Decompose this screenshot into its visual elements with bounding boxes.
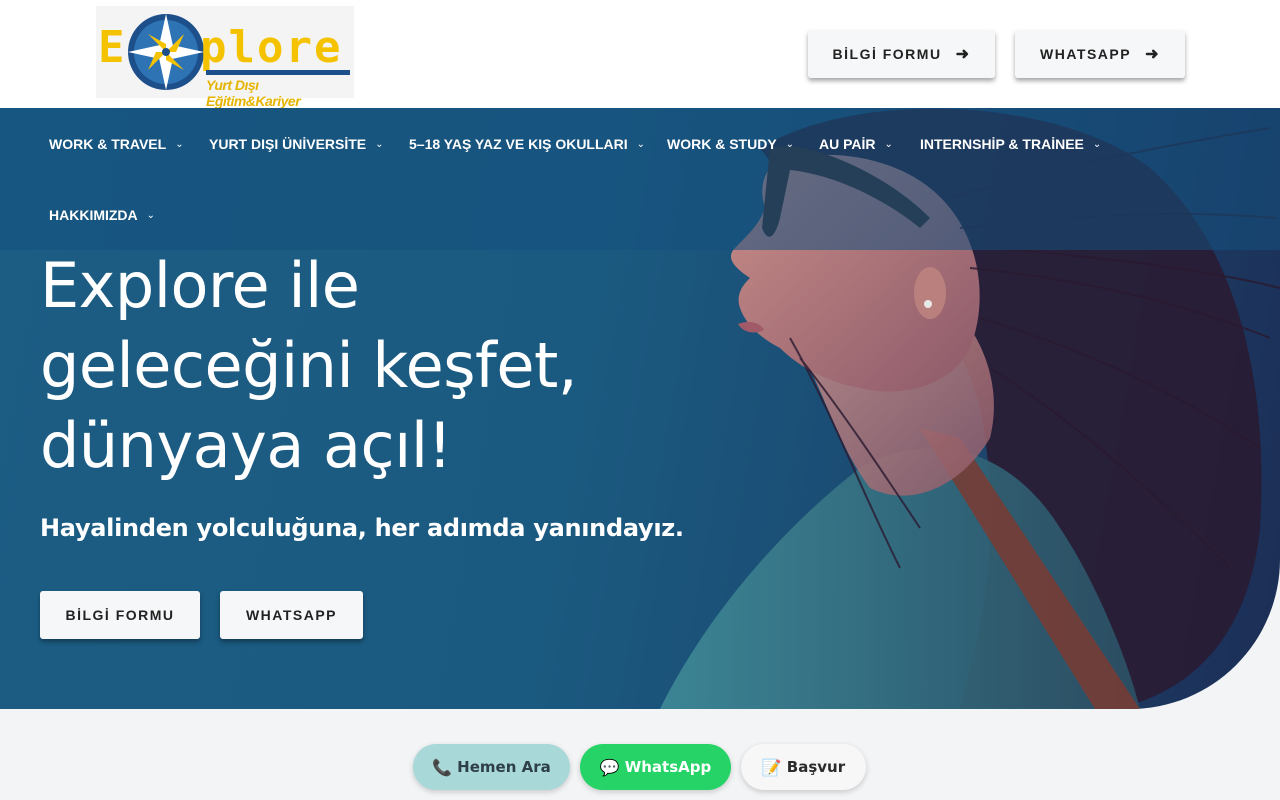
logo-tagline: Yurt Dışı Eğitim&Kariyer xyxy=(206,77,301,109)
arrow-right-icon: ➜ xyxy=(1145,46,1160,63)
chevron-down-icon: ⌄ xyxy=(884,138,893,150)
nav-item-work-study[interactable]: WORK & STUDY ⌄ xyxy=(667,136,794,152)
nav-item-internship-trainee[interactable]: INTERNSHİP & TRAİNEE ⌄ xyxy=(920,136,1101,152)
chevron-down-icon: ⌄ xyxy=(1092,138,1102,150)
logo-underline xyxy=(206,70,350,75)
explore-logo[interactable]: E plore Yurt Dışı Eğitim&Kariyer xyxy=(96,6,354,109)
chevron-down-icon: ⌄ xyxy=(785,138,795,150)
chat-bubble-icon: 💬 xyxy=(599,757,620,777)
chevron-down-icon: ⌄ xyxy=(146,209,156,221)
header-info-form-button[interactable]: BİLGİ FORMU ➜ xyxy=(808,30,995,78)
chevron-down-icon: ⌄ xyxy=(375,138,384,150)
nav-item-au-pair[interactable]: AU PAİR ⌄ xyxy=(819,136,893,152)
nav-item-hakkimizda[interactable]: HAKKIMIZDA ⌄ xyxy=(49,207,155,223)
arrow-right-icon: ➜ xyxy=(955,46,971,63)
hero-whatsapp-button[interactable]: WHATSAPP xyxy=(220,591,363,639)
hero-info-form-label: BİLGİ FORMU xyxy=(65,607,175,623)
nav-item-label: WORK & STUDY xyxy=(667,136,777,152)
header-info-form-label: BİLGİ FORMU xyxy=(832,46,942,62)
hero-whatsapp-label: WHATSAPP xyxy=(245,607,338,623)
hero-section: WORK & TRAVEL ⌄ YURT DIŞI ÜNİVERSİTE ⌄ 5… xyxy=(0,108,1280,709)
hero-info-form-button[interactable]: BİLGİ FORMU xyxy=(40,591,200,639)
phone-icon: 📞 xyxy=(432,757,453,777)
apply-button[interactable]: 📝 Başvur xyxy=(741,744,866,790)
memo-icon: 📝 xyxy=(761,757,782,777)
main-navigation xyxy=(0,108,1280,250)
hero-title-line: geleceğini keşfet, xyxy=(40,329,578,402)
site-header: E plore Yurt Dışı Eğitim&Kariyer BİLGİ F… xyxy=(0,0,1280,109)
hero-title-line: Explore ile xyxy=(40,249,360,322)
nav-item-label: YURT DIŞI ÜNİVERSİTE xyxy=(209,136,367,152)
chevron-down-icon: ⌄ xyxy=(636,138,646,150)
call-now-label: Hemen Ara xyxy=(457,758,551,776)
chevron-down-icon: ⌄ xyxy=(175,138,184,150)
nav-item-label: WORK & TRAVEL xyxy=(49,136,167,152)
nav-item-yaz-kis-okullari[interactable]: 5–18 YAŞ YAZ VE KIŞ OKULLARI ⌄ xyxy=(409,136,645,152)
hero-title-line: dünyaya açıl! xyxy=(40,409,452,482)
nav-item-label: HAKKIMIZDA xyxy=(49,207,138,223)
call-now-button[interactable]: 📞 Hemen Ara xyxy=(413,744,570,790)
nav-item-label: 5–18 YAŞ YAZ VE KIŞ OKULLARI xyxy=(409,136,628,152)
header-whatsapp-button[interactable]: WHATSAPP ➜ xyxy=(1015,30,1185,78)
whatsapp-float-button[interactable]: 💬 WhatsApp xyxy=(580,744,731,790)
hero-title: Explore ile geleceğini keşfet, dünyaya a… xyxy=(40,246,640,486)
logo-initial: E xyxy=(98,22,125,73)
nav-item-work-travel[interactable]: WORK & TRAVEL ⌄ xyxy=(49,136,184,152)
logo-wordmark: plore xyxy=(200,22,343,73)
header-whatsapp-label: WHATSAPP xyxy=(1040,46,1132,62)
hero-subtitle: Hayalinden yolculuğuna, her adımda yanın… xyxy=(40,514,684,542)
nav-item-yurt-disi-universite[interactable]: YURT DIŞI ÜNİVERSİTE ⌄ xyxy=(209,136,384,152)
apply-label: Başvur xyxy=(786,758,846,776)
nav-item-label: AU PAİR xyxy=(819,136,876,152)
nav-item-label: INTERNSHİP & TRAİNEE xyxy=(920,136,1084,152)
whatsapp-float-label: WhatsApp xyxy=(624,758,712,776)
